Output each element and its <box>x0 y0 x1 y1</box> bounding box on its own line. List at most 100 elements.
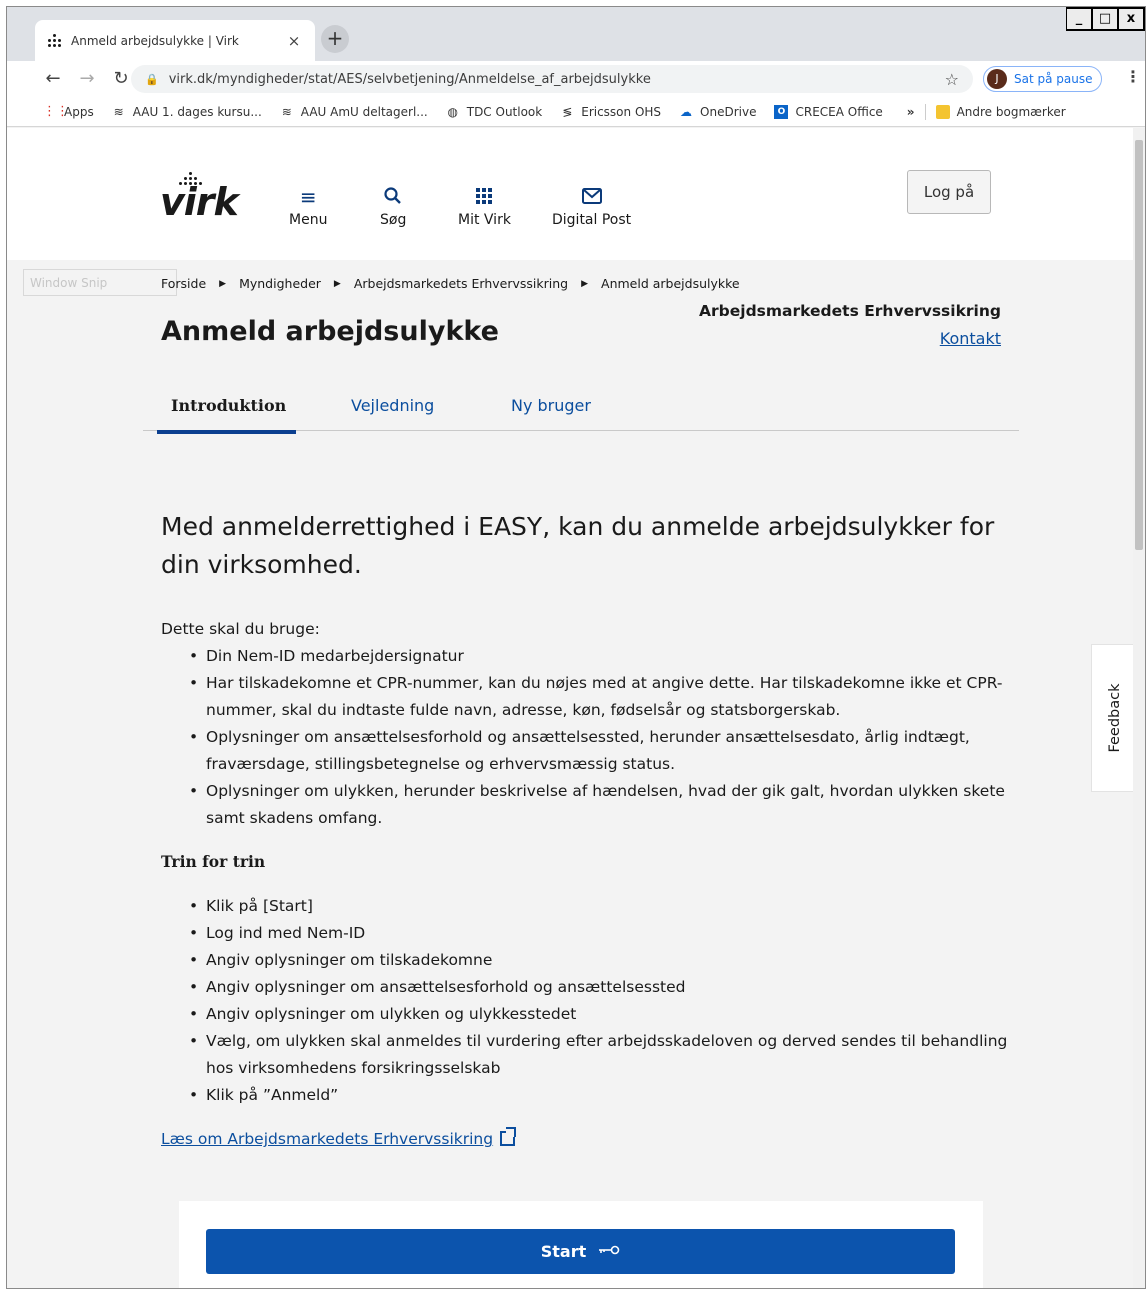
bookmark-label: OneDrive <box>700 104 757 119</box>
cloud-icon: ☁ <box>680 104 693 119</box>
browser-window: Anmeld arbejdsulykke | Virk × + _ □ x ← … <box>6 6 1146 1289</box>
feedback-label: Feedback <box>1106 683 1123 753</box>
back-arrow-icon[interactable]: ← <box>41 67 65 91</box>
start-button[interactable]: Start <box>206 1229 955 1274</box>
bookmark-star-icon[interactable]: ☆ <box>945 70 959 89</box>
external-link-icon <box>500 1127 517 1146</box>
breadcrumb-item[interactable]: Forside <box>161 276 206 291</box>
menu-icon: ≡ <box>299 185 317 209</box>
list-item: Klik på ”Anmeld” <box>187 1082 1021 1109</box>
lock-icon: 🔒 <box>145 72 159 86</box>
bookmark-crecea-office[interactable]: O CRECEA Office <box>774 104 883 119</box>
list-item: Angiv oplysninger om tilskadekomne <box>187 947 1021 974</box>
tab-title: Anmeld arbejdsulykke | Virk <box>71 34 239 48</box>
bookmark-tdc-outlook[interactable]: ◍ TDC Outlook <box>446 104 543 119</box>
virk-logo[interactable]: virk <box>160 180 239 224</box>
feedback-tab[interactable]: Feedback <box>1091 644 1135 792</box>
list-item: Log ind med Nem-ID <box>187 920 1021 947</box>
read-more-link[interactable]: Læs om Arbejdsmarkedets Erhvervssikring <box>161 1126 517 1153</box>
steps-heading: Trin for trin <box>161 852 266 871</box>
virk-favicon-icon <box>47 33 63 49</box>
requirements-list: Din Nem-ID medarbejdersignatur Har tilsk… <box>187 643 1021 832</box>
tab-close-icon[interactable]: × <box>285 32 303 50</box>
stack-icon: ≋ <box>281 104 292 119</box>
nav-mit-virk[interactable]: Mit Virk <box>458 186 511 228</box>
nav-label: Mit Virk <box>458 212 511 228</box>
list-item: Vælg, om ulykken skal anmeldes til vurde… <box>187 1028 1021 1082</box>
nav-digital-post[interactable]: Digital Post <box>552 186 631 228</box>
tab-strip: Anmeld arbejdsulykke | Virk × + _ □ x <box>7 7 1145 62</box>
close-window-button[interactable]: x <box>1118 7 1145 31</box>
mail-icon <box>581 186 603 212</box>
grid-icon <box>474 186 494 212</box>
list-item: Klik på [Start] <box>187 893 1021 920</box>
bookmark-label: TDC Outlook <box>466 104 543 119</box>
maximize-button[interactable]: □ <box>1092 7 1119 31</box>
profile-button[interactable]: J Sat på pause <box>983 66 1102 92</box>
scrollbar-thumb[interactable] <box>1135 140 1143 550</box>
page-scrollbar[interactable] <box>1133 128 1145 1288</box>
bookmark-label: AAU 1. dages kursu... <box>132 104 262 119</box>
bookmark-label: Ericsson OHS <box>581 104 662 119</box>
list-item: Oplysninger om ulykken, herunder beskriv… <box>187 778 1021 832</box>
breadcrumb-separator-icon: ▶ <box>219 278 227 289</box>
nav-search[interactable]: Søg <box>380 186 406 228</box>
folder-icon <box>935 104 950 119</box>
address-bar[interactable]: 🔒 virk.dk/myndigheder/stat/AES/selvbetje… <box>131 65 973 93</box>
avatar: J <box>987 69 1007 89</box>
breadcrumb-item[interactable]: Arbejdsmarkedets Erhvervssikring <box>354 276 568 291</box>
web-page: virk ≡ Menu Søg Mit Virk Digital Post Lo… <box>7 128 1135 1288</box>
start-label: Start <box>540 1242 587 1261</box>
bookmarks-divider <box>924 103 926 120</box>
contact-link[interactable]: Kontakt <box>940 329 1001 348</box>
list-item: Din Nem-ID medarbejdersignatur <box>187 643 1021 670</box>
bookmark-label: AAU AmU deltagerl... <box>300 104 428 119</box>
browser-toolbar: ← → ↻ 🔒 virk.dk/myndigheder/stat/AES/sel… <box>7 61 1145 97</box>
url-text: virk.dk/myndigheder/stat/AES/selvbetjeni… <box>168 71 651 87</box>
browser-tab[interactable]: Anmeld arbejdsulykke | Virk × <box>35 20 315 62</box>
intro-content: Dette skal du bruge: Din Nem-ID medarbej… <box>161 616 1021 1153</box>
forward-arrow-icon[interactable]: → <box>75 67 99 91</box>
minimize-button[interactable]: _ <box>1066 7 1093 31</box>
login-button[interactable]: Log på <box>907 170 991 214</box>
tab-vejledning[interactable]: Vejledning <box>351 396 434 415</box>
tab-ny-bruger[interactable]: Ny bruger <box>511 396 591 415</box>
bookmark-aau-amu[interactable]: ≋ AAU AmU deltagerl... <box>280 105 428 119</box>
nav-label: Menu <box>289 212 328 228</box>
other-bookmarks[interactable]: Andre bogmærker <box>935 104 1066 119</box>
list-item: Angiv oplysninger om ansættelsesforhold … <box>187 974 1021 1001</box>
breadcrumb: Forside ▶ Myndigheder ▶ Arbejdsmarkedets… <box>161 276 740 291</box>
bookmark-aau-kursus[interactable]: ≋ AAU 1. dages kursu... <box>112 105 262 119</box>
authority-name: Arbejdsmarkedets Erhvervssikring <box>699 302 1001 320</box>
tab-introduktion[interactable]: Introduktion <box>156 396 297 434</box>
bookmark-ericsson-ohs[interactable]: ≶ Ericsson OHS <box>560 105 661 119</box>
profile-status: Sat på pause <box>1014 72 1093 86</box>
list-item: Oplysninger om ansættelsesforhold og ans… <box>187 724 1021 778</box>
bookmark-onedrive[interactable]: ☁ OneDrive <box>679 105 756 119</box>
globe-icon: ◍ <box>447 104 458 119</box>
outlook-icon: O <box>774 104 789 119</box>
new-tab-button[interactable]: + <box>321 25 349 53</box>
apps-grid-icon: ⋮⋮ <box>43 103 69 119</box>
more-menu-icon[interactable]: ⋮ <box>1125 67 1141 86</box>
bookmark-apps[interactable]: ⋮⋮ Apps <box>43 103 94 119</box>
breadcrumb-separator-icon: ▶ <box>581 278 589 289</box>
bookmark-label: Apps <box>64 104 94 119</box>
list-item: Har tilskadekomne et CPR-nummer, kan du … <box>187 670 1021 724</box>
bookmark-label: Andre bogmærker <box>956 104 1066 119</box>
breadcrumb-separator-icon: ▶ <box>333 278 341 289</box>
site-header: virk ≡ Menu Søg Mit Virk Digital Post Lo… <box>7 128 1135 260</box>
search-icon <box>383 186 403 212</box>
start-panel: Start <box>179 1201 983 1288</box>
breadcrumb-item[interactable]: Myndigheder <box>239 276 321 291</box>
steps-list: Klik på [Start] Log ind med Nem-ID Angiv… <box>187 893 1021 1109</box>
bookmarks-overflow-icon[interactable]: » <box>907 105 915 119</box>
reload-icon[interactable]: ↻ <box>109 67 133 91</box>
bookmark-label: CRECEA Office <box>795 104 883 119</box>
nav-menu[interactable]: ≡ Menu <box>289 186 327 228</box>
authority-box: Arbejdsmarkedets Erhvervssikring Kontakt <box>699 302 1001 348</box>
bookmarks-bar: ⋮⋮ Apps ≋ AAU 1. dages kursu... ≋ AAU Am… <box>7 97 1145 127</box>
list-item: Angiv oplysninger om ulykken og ulykkess… <box>187 1001 1021 1028</box>
window-controls: _ □ x <box>1066 7 1145 31</box>
breadcrumb-current: Anmeld arbejdsulykke <box>601 276 740 291</box>
